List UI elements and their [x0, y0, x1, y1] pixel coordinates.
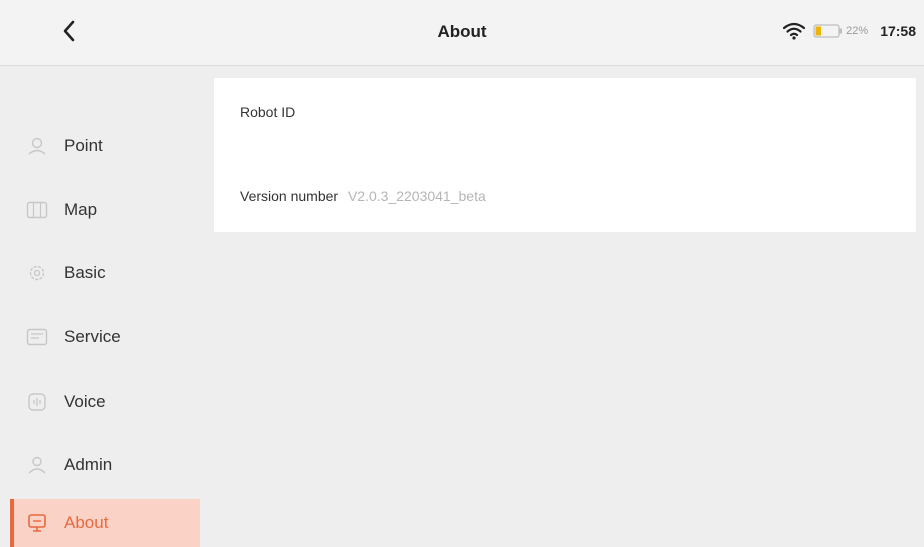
user-icon [24, 452, 50, 478]
sidebar-item-label: Map [64, 200, 98, 219]
sidebar-item-admin[interactable]: Admin [10, 439, 200, 491]
sidebar-item-label: Basic [64, 263, 106, 282]
battery-icon [813, 24, 843, 38]
sidebar-item-service[interactable]: Service [10, 311, 200, 363]
sidebar-item-label: Service [64, 327, 121, 346]
sidebar: Point Map Basic Service Voice Admin Abou… [0, 67, 210, 547]
top-bar: About 22% 17:58 [0, 0, 924, 66]
location-icon [24, 133, 50, 159]
about-info-card: Robot ID Version number V2.0.3_2203041_b… [214, 78, 916, 232]
service-icon [24, 324, 50, 350]
version-label: Version number [240, 188, 339, 204]
sidebar-item-label: Voice [64, 392, 106, 411]
map-icon [24, 197, 50, 223]
robot-id-label: Robot ID [240, 104, 296, 120]
info-icon [24, 510, 50, 536]
sidebar-item-label: About [64, 513, 109, 532]
voice-icon [24, 389, 50, 415]
robot-id-row: Robot ID [240, 104, 301, 120]
sidebar-item-point[interactable]: Point [10, 120, 200, 172]
clock: 17:58 [880, 23, 916, 39]
version-row: Version number V2.0.3_2203041_beta [240, 188, 486, 204]
sidebar-item-label: Point [64, 136, 103, 155]
battery-percent: 22% [846, 25, 869, 37]
sidebar-item-basic[interactable]: Basic [10, 247, 200, 299]
version-value: V2.0.3_2203041_beta [347, 188, 486, 204]
sidebar-item-voice[interactable]: Voice [10, 376, 200, 428]
wifi-icon [783, 22, 806, 40]
sidebar-item-label: Admin [64, 455, 113, 474]
battery-indicator: 22% [813, 24, 868, 38]
status-bar: 22% 17:58 [783, 20, 916, 42]
sidebar-item-about[interactable]: About [10, 499, 200, 547]
sidebar-item-map[interactable]: Map [10, 184, 200, 236]
gear-icon [24, 260, 50, 286]
